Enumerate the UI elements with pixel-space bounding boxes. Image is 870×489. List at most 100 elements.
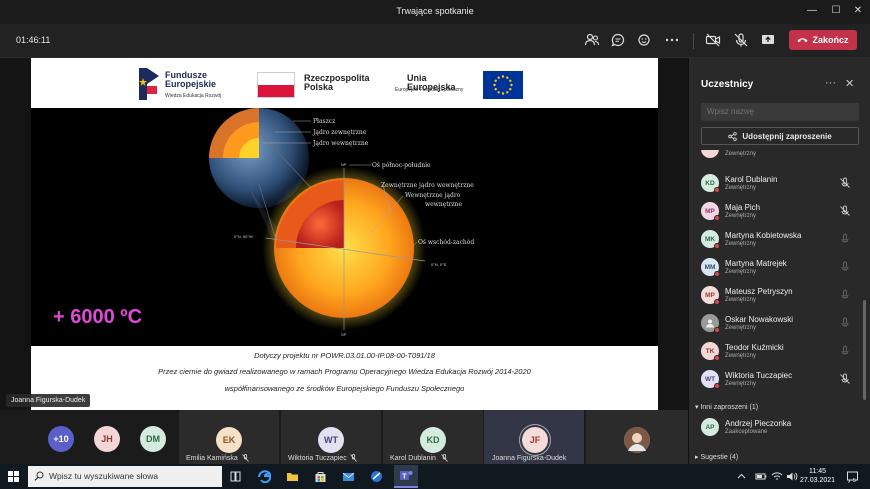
chat-icon[interactable] <box>610 32 626 48</box>
fe-subtitle: Wiedza Edukacja Rozwój <box>165 93 222 99</box>
label-e-coord: 0°N, 0°E <box>431 262 447 267</box>
presence-dot <box>714 187 720 193</box>
participant-name: Karol Dublanin <box>725 175 778 184</box>
suggestions-section-header[interactable]: ▸ Sugestie (4) <box>695 453 738 461</box>
browser-icon[interactable] <box>370 470 383 483</box>
more-options-icon[interactable] <box>664 32 680 48</box>
meeting-timer: 01:46:11 <box>16 35 51 45</box>
participant-status: Zewnętrzny <box>725 297 757 303</box>
share-invite-button[interactable]: Udostępnij zaproszenie <box>701 127 859 145</box>
label-jadro-zewnetrzne: Jądro zewnętrzne <box>312 129 367 136</box>
poland-flag <box>257 72 295 98</box>
participant-status: Zewnętrzny <box>725 325 757 331</box>
invited-row[interactable]: AP Andrzej Pieczonka Zaakceptowane <box>689 414 864 442</box>
participant-row[interactable]: Zewnętrzny <box>689 150 864 164</box>
taskbar-date: 27.03.2021 <box>800 477 836 484</box>
taskbar-search-box[interactable]: Wpisz tu wyszukiwane słowa <box>28 466 222 487</box>
mic-off-icon[interactable] <box>839 373 851 385</box>
participant-row[interactable]: MP Mateusz Petryszyn Zewnętrzny <box>689 282 864 310</box>
battery-icon[interactable] <box>755 471 767 482</box>
panel-close-icon[interactable]: ✕ <box>845 77 854 90</box>
label-os-wschod-zachod: Oś wschód-zachód <box>418 239 474 246</box>
close-icon[interactable]: ✕ <box>850 4 866 18</box>
minimize-icon[interactable]: — <box>804 4 820 18</box>
earth-diagram: Płaszcz Jądro zewnętrzne Jądro wewnętrzn… <box>31 108 658 346</box>
participant-name: Martyna Kobietowska <box>725 231 802 240</box>
participant-row[interactable]: WT Wiktoria Tuczapiec Zewnętrzny <box>689 366 864 394</box>
participant-row[interactable]: MK Martyna Kobietowska Zewnętrzny <box>689 226 864 254</box>
gallery-name-joanna: Joanna Figurska-Dudek <box>492 455 567 462</box>
gallery-avatar-wt: WT <box>318 427 344 453</box>
end-call-button[interactable]: Zakończ <box>789 30 857 50</box>
participant-status: Zewnętrzny <box>725 241 757 247</box>
mic-off-icon[interactable] <box>839 205 851 217</box>
mic-off-icon <box>441 454 448 462</box>
participant-name: Mateusz Petryszyn <box>725 287 793 296</box>
maximize-icon[interactable]: ☐ <box>828 4 844 18</box>
invited-section-header[interactable]: ▾ Inni zaproszeni (1) <box>695 403 758 411</box>
ue-subtitle: Europejski Fundusz Społeczny <box>395 87 464 93</box>
tray-chevron-up-icon[interactable] <box>737 472 746 481</box>
phone-hangup-icon <box>797 38 808 43</box>
share-screen-icon[interactable] <box>760 32 776 48</box>
presence-dot <box>714 327 720 333</box>
mic-icon[interactable] <box>839 345 851 357</box>
participant-row[interactable]: Oskar Nowakowski Zewnętrzny <box>689 310 864 338</box>
gallery-avatar-kd: KD <box>420 427 446 453</box>
participant-status: Zewnętrzny <box>725 213 757 219</box>
windows-start-icon[interactable] <box>8 471 19 482</box>
taskbar-clock[interactable]: 11:45 27.03.2021 <box>800 467 835 485</box>
mic-icon[interactable] <box>839 261 851 273</box>
store-icon[interactable] <box>314 470 327 483</box>
participant-avatar <box>701 150 719 158</box>
camera-off-icon[interactable] <box>705 32 721 48</box>
network-icon[interactable] <box>771 471 783 482</box>
toolbar-divider <box>693 33 694 49</box>
share-invite-label: Udostępnij zaproszenie <box>742 131 832 141</box>
task-view-icon[interactable] <box>230 471 241 482</box>
label-jadro-wewnetrzne: Jądro wewnętrzne <box>312 140 369 147</box>
edge-browser-icon[interactable] <box>258 470 271 483</box>
presenter-name-chip: Joanna Figurska-Dudek <box>6 394 91 407</box>
volume-icon[interactable] <box>786 471 798 482</box>
participant-row[interactable]: KD Karol Dublanin Zewnętrzny <box>689 170 864 198</box>
presence-dot <box>714 299 720 305</box>
participant-row[interactable]: MP Maja Pich Zewnętrzny <box>689 198 864 226</box>
presence-dot <box>714 355 720 361</box>
caption-line-1: Dotyczy projektu nr POWR.03.01.00-IP.08-… <box>254 351 435 360</box>
rp-title-text: Rzeczpospolita Polska <box>304 73 370 92</box>
participant-search-input[interactable] <box>701 103 859 121</box>
gallery-avatar-jh[interactable]: JH <box>94 426 120 452</box>
mic-off-icon[interactable] <box>733 32 749 48</box>
panel-more-icon[interactable]: ··· <box>825 77 836 89</box>
participant-name: Andrzej Pieczonka <box>725 419 792 428</box>
mic-icon[interactable] <box>839 317 851 329</box>
notifications-icon[interactable]: 5 <box>846 470 859 483</box>
mic-off-icon[interactable] <box>839 177 851 189</box>
gallery-overflow-count[interactable]: +10 <box>48 426 74 452</box>
participants-icon[interactable] <box>584 32 600 48</box>
search-icon <box>34 471 44 481</box>
gallery-avatar-dm[interactable]: DM <box>140 426 166 452</box>
label-w-coord: 0°N, 90°W <box>234 234 253 239</box>
participant-row[interactable]: MM Martyna Matrejek Zewnętrzny <box>689 254 864 282</box>
windows-taskbar: Wpisz tu wyszukiwane słowa T 11:45 27.03… <box>0 464 870 489</box>
window-titlebar: Trwające spotkanie — ☐ ✕ <box>0 0 870 24</box>
gallery-name-emilia: Emilia Kamińska <box>186 455 238 462</box>
panel-scrollbar[interactable] <box>863 300 866 400</box>
gallery-name-wiktoria: Wiktoria Tuczapiec <box>288 455 347 462</box>
label-np: NP <box>341 162 347 167</box>
participant-row[interactable]: TK Teodor Kuźmicki Zewnętrzny <box>689 338 864 366</box>
mail-icon[interactable] <box>342 470 355 483</box>
reactions-icon[interactable] <box>637 32 653 48</box>
presence-dot <box>714 383 720 389</box>
mic-off-icon <box>350 454 357 462</box>
file-explorer-icon[interactable] <box>286 470 299 483</box>
share-icon <box>728 131 738 141</box>
presence-dot <box>714 271 720 277</box>
mic-icon[interactable] <box>839 233 851 245</box>
caption-line-3: współfinansowanego ze środków Europejski… <box>224 384 465 393</box>
mic-icon[interactable] <box>839 289 851 301</box>
participants-panel: Uczestnicy ··· ✕ Udostępnij zaproszenie … <box>688 58 870 464</box>
teams-taskbar-button[interactable]: T <box>394 465 418 488</box>
